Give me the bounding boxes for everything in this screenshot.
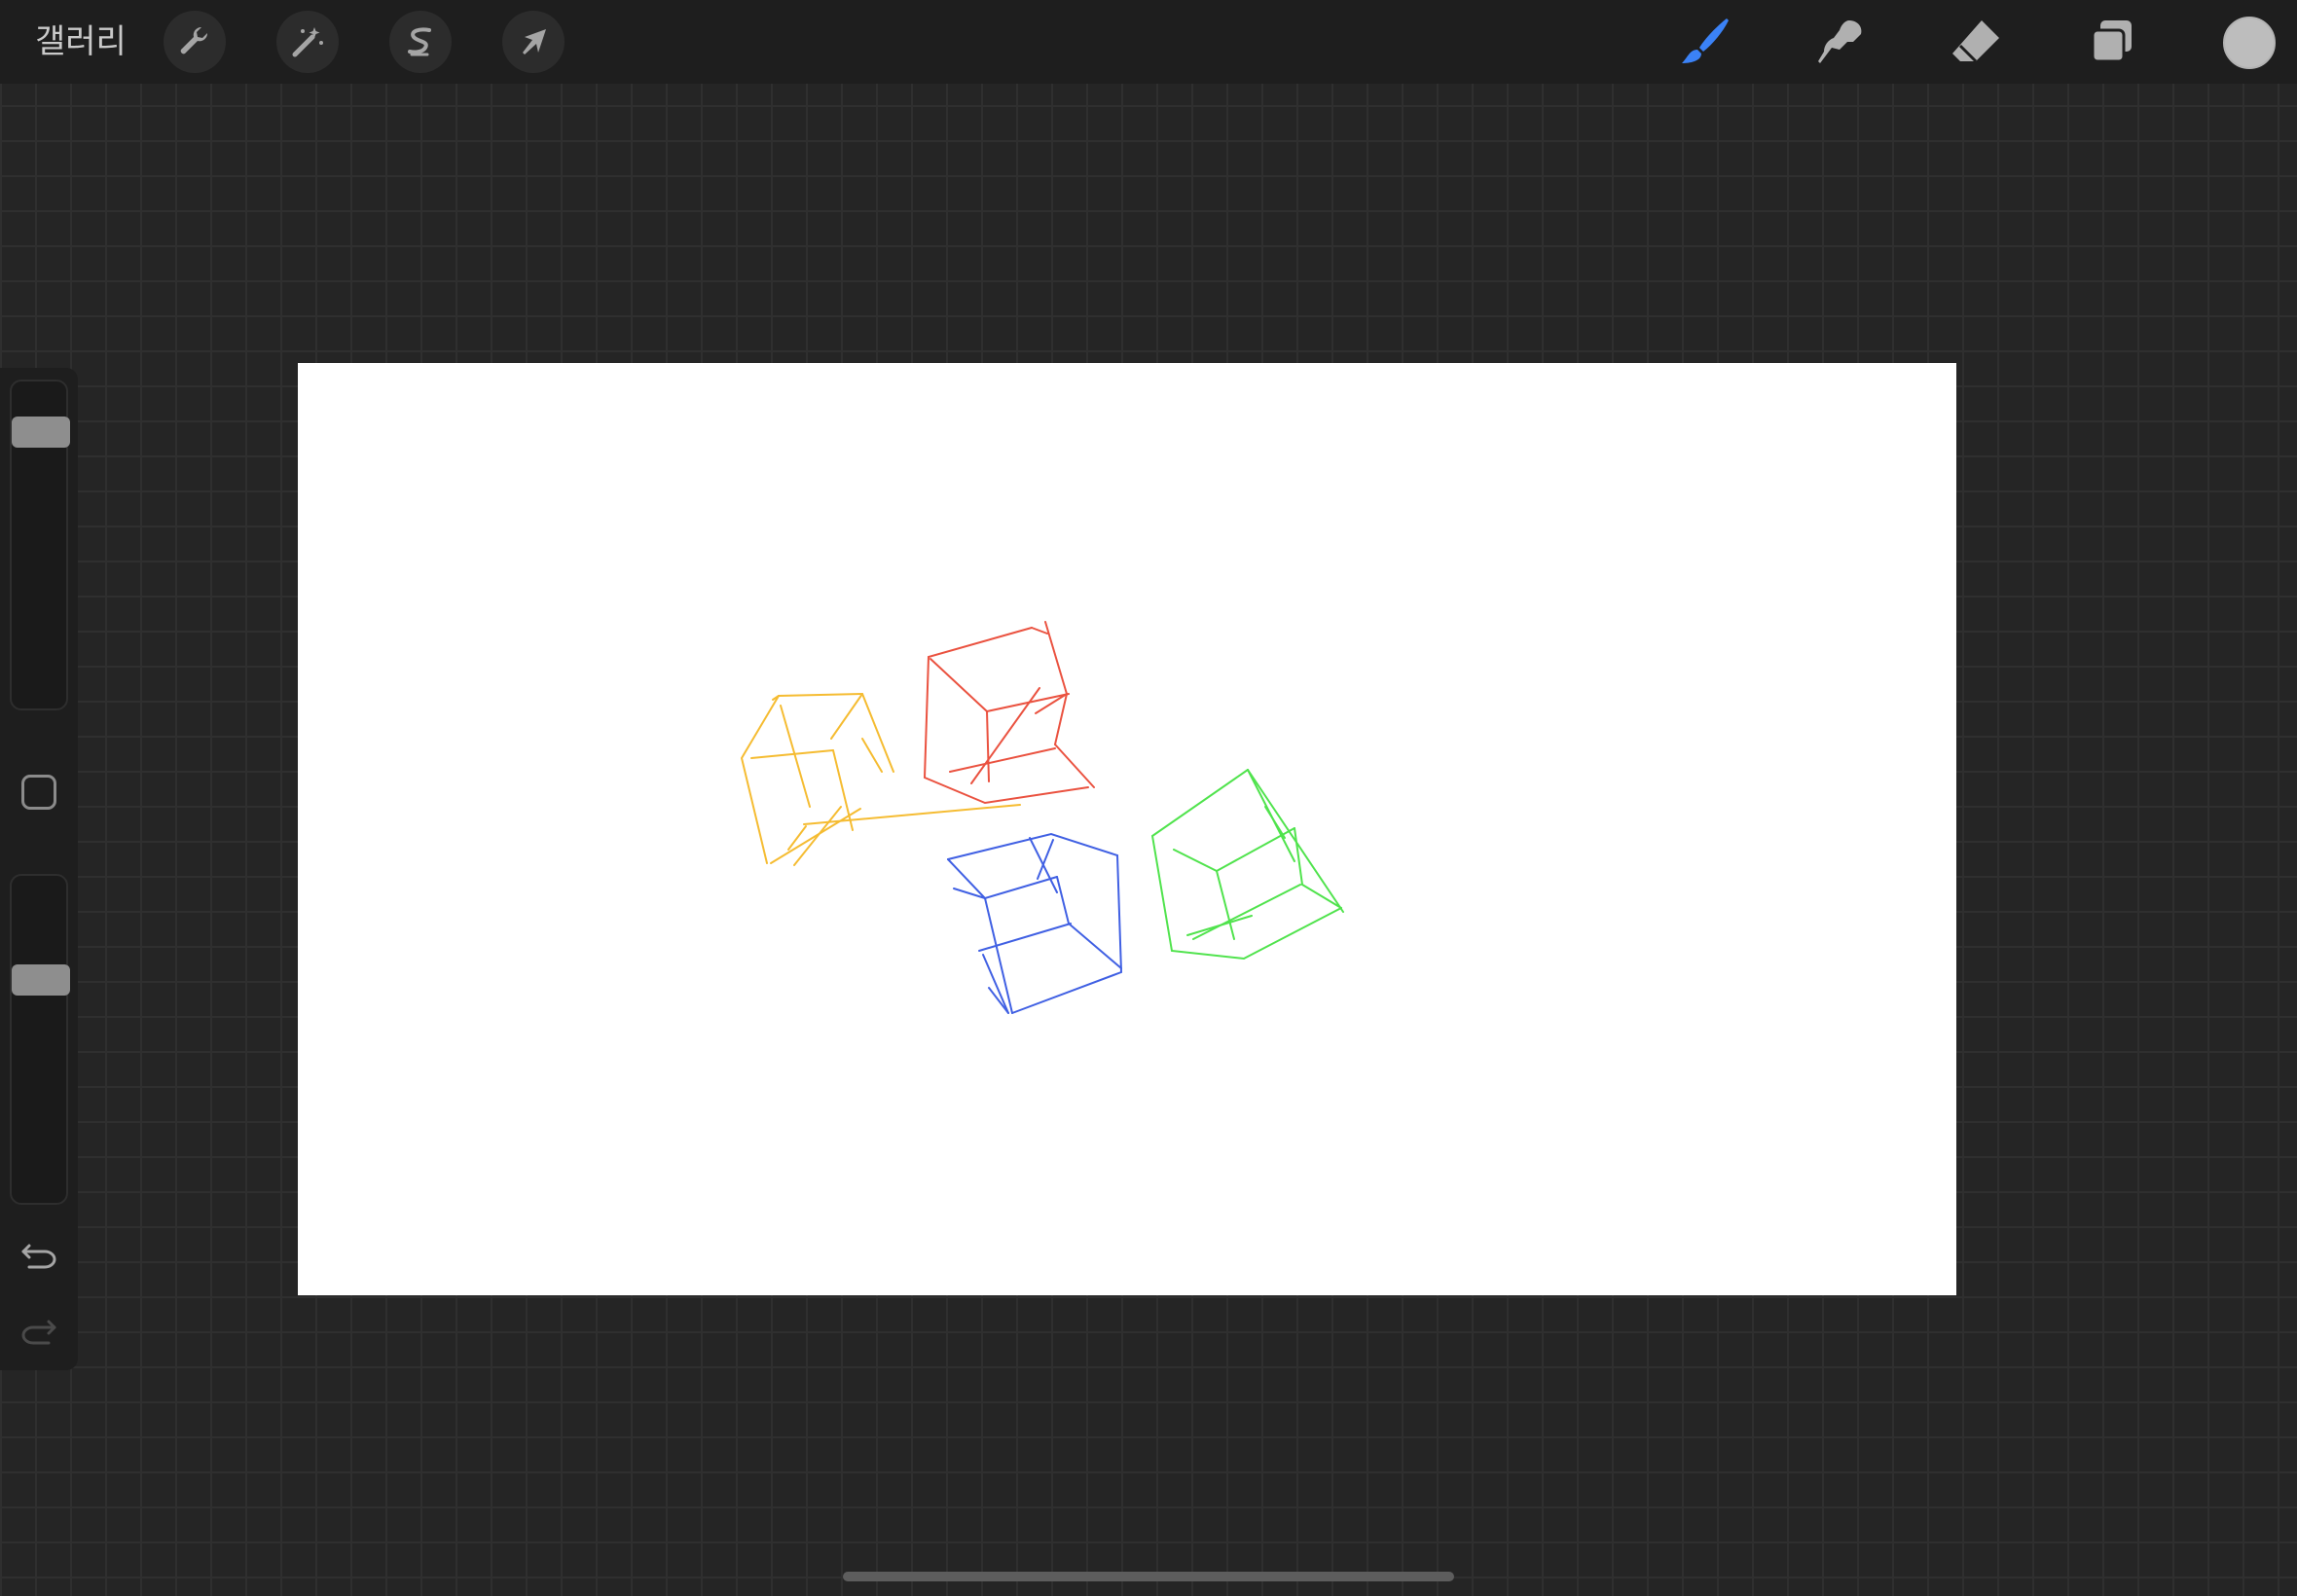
home-indicator[interactable]: [843, 1572, 1454, 1581]
smudge-icon: [1818, 20, 1862, 63]
yellow-cube-sketch: [740, 693, 1021, 866]
layers-tool-button[interactable]: [2083, 13, 2141, 71]
arrow-cursor-icon: [523, 29, 546, 54]
selection-button[interactable]: [389, 11, 452, 73]
undo-icon: [21, 1244, 56, 1269]
top-toolbar: 갤러리: [0, 0, 2297, 84]
color-picker-button[interactable]: [2223, 17, 2276, 69]
left-sidebar: [0, 368, 78, 1370]
layers-icon: [2091, 20, 2132, 63]
brush-size-slider[interactable]: [10, 380, 70, 710]
redo-icon: [21, 1320, 56, 1345]
transform-button[interactable]: [502, 11, 565, 73]
eraser-tool-button[interactable]: [1947, 13, 2005, 71]
undo-button[interactable]: [19, 1234, 58, 1273]
brush-tool-button[interactable]: [1676, 13, 1734, 71]
opacity-slider[interactable]: [10, 874, 70, 1205]
canvas-artwork: [740, 621, 1344, 1014]
smudge-tool-button[interactable]: [1810, 13, 1869, 71]
redo-button[interactable]: [19, 1310, 58, 1349]
eraser-icon: [1952, 20, 1999, 63]
green-cube-sketch: [1150, 769, 1344, 961]
magic-wand-icon: [292, 27, 323, 57]
actions-button[interactable]: [164, 11, 226, 73]
modify-square-icon[interactable]: [21, 775, 56, 810]
drawing-canvas[interactable]: [298, 363, 1956, 1295]
gallery-button[interactable]: 갤러리: [35, 18, 127, 66]
brush-icon: [1682, 18, 1729, 63]
red-cube-sketch: [923, 621, 1095, 805]
selection-s-icon: [408, 27, 431, 56]
brush-size-thumb[interactable]: [12, 417, 70, 449]
blue-cube-sketch: [947, 832, 1123, 1014]
adjustments-button[interactable]: [276, 11, 339, 73]
opacity-thumb[interactable]: [12, 964, 70, 997]
wrench-icon: [180, 26, 208, 54]
procreate-app: 갤러리: [0, 0, 2297, 1596]
